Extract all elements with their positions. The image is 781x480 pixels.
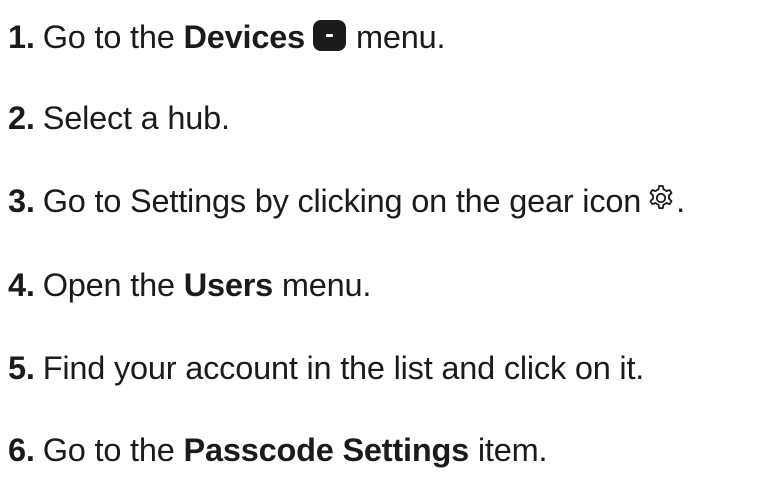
step-5: 5. Find your account in the list and cli… xyxy=(8,343,644,393)
step-number: 3. xyxy=(8,182,35,219)
passcode-settings-item-name: Passcode Settings xyxy=(183,431,470,468)
step-text: Open the xyxy=(42,266,175,303)
gear-icon xyxy=(646,183,676,213)
step-3: 3. Go to Settings by clicking on the gea… xyxy=(8,176,685,226)
step-text: menu. xyxy=(355,18,446,55)
step-4: 4. Open the Users menu. xyxy=(8,260,371,310)
step-2: 2. Select a hub. xyxy=(8,93,230,143)
devices-menu-name: Devices xyxy=(183,18,305,55)
step-number: 5. xyxy=(8,349,35,386)
step-number: 6. xyxy=(8,431,35,468)
step-number: 1. xyxy=(8,18,35,55)
step-text: item. xyxy=(477,431,548,468)
step-number: 2. xyxy=(8,99,35,136)
devices-icon xyxy=(312,19,346,51)
users-menu-name: Users xyxy=(183,266,274,303)
step-text: Go to the xyxy=(42,18,175,55)
step-1: 1. Go to the Devices menu. xyxy=(8,12,445,62)
instruction-list: 1. Go to the Devices menu. 2. Select a h… xyxy=(8,0,781,480)
step-text: Go to the xyxy=(42,431,175,468)
step-text: . xyxy=(676,182,685,219)
step-text: Select a hub. xyxy=(42,99,230,136)
step-text: Go to Settings by clicking on the gear i… xyxy=(42,182,642,219)
step-number: 4. xyxy=(8,266,35,303)
step-6: 6. Go to the Passcode Settings item. xyxy=(8,425,548,475)
step-text: Find your account in the list and click … xyxy=(42,349,645,386)
step-text: menu. xyxy=(281,266,372,303)
